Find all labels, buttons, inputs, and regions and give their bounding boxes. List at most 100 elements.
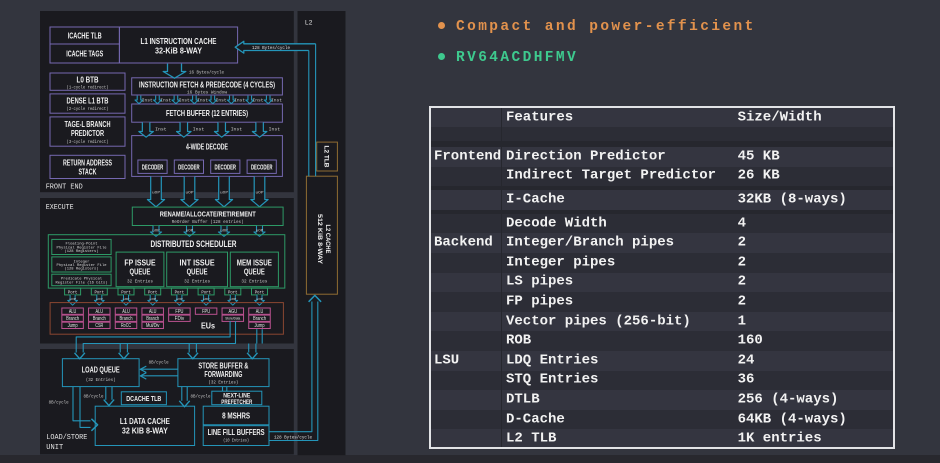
svg-text:Inst: Inst [269,127,281,133]
svg-text:uOP: uOP [203,298,210,301]
svg-text:Jump: Jump [255,323,265,329]
svg-text:QUEUE: QUEUE [130,267,151,276]
svg-text:Branch: Branch [120,316,133,322]
svg-text:uOP: uOP [229,298,236,301]
svg-text:Port: Port [201,289,211,295]
svg-text:uOP: uOP [186,192,194,196]
svg-text:DCACHE TLB: DCACHE TLB [126,394,161,403]
svg-text:Inst: Inst [231,127,243,133]
svg-text:LOAD QUEUE: LOAD QUEUE [82,365,120,374]
svg-text:ALU: ALU [96,309,104,315]
svg-text:Branch: Branch [66,316,79,322]
svg-text:32 KIB 8-WAY: 32 KIB 8-WAY [122,426,168,436]
svg-text:Inst: Inst [234,98,245,104]
svg-text:(128 Registers): (128 Registers) [65,267,99,272]
svg-text:uOP: uOP [123,298,130,301]
svg-text:8B/cycle: 8B/cycle [149,360,169,366]
svg-text:uOP: uOP [186,230,194,234]
svg-text:32 Entries: 32 Entries [184,278,210,284]
svg-text:(128 Registers): (128 Registers) [65,249,99,254]
svg-text:MEM ISSUE: MEM ISSUE [237,258,273,267]
svg-text:32 Entries: 32 Entries [241,278,267,284]
svg-text:L0 BTB: L0 BTB [77,75,99,84]
svg-text:LOAD/STORE: LOAD/STORE [46,434,87,442]
svg-text:AGU: AGU [229,309,238,315]
svg-text:ICACHE TLB: ICACHE TLB [68,32,102,41]
svg-text:uOP: uOP [256,298,263,301]
svg-text:512 KiB 8-WAY: 512 KiB 8-WAY [316,214,323,265]
svg-text:DISTRIBUTED SCHEDULER: DISTRIBUTED SCHEDULER [151,239,237,249]
svg-text:Inst: Inst [142,98,153,104]
svg-text:DENSE L1 BTB: DENSE L1 BTB [67,97,109,106]
svg-text:FETCH BUFFER (12 ENTRIES): FETCH BUFFER (12 ENTRIES) [166,108,248,118]
svg-text:uOP: uOP [152,192,160,196]
svg-text:32-KiB 8-WAY: 32-KiB 8-WAY [155,47,202,56]
svg-text:16 Bytes/cycle: 16 Bytes/cycle [189,69,224,75]
svg-text:8 MSHRS: 8 MSHRS [222,410,250,420]
svg-text:Inst: Inst [253,98,264,104]
svg-text:uOP: uOP [220,192,228,196]
svg-text:EUs: EUs [201,321,215,330]
svg-text:DECODER: DECODER [215,164,237,171]
svg-text:DECODER: DECODER [251,164,273,171]
svg-text:Inst: Inst [197,98,208,104]
svg-text:UNIT: UNIT [46,444,63,452]
svg-text:ALU: ALU [69,309,77,315]
svg-text:(2-cycle redirect): (2-cycle redirect) [67,106,109,112]
svg-text:L2: L2 [305,20,313,27]
svg-text:EXECUTE: EXECUTE [46,204,74,212]
svg-text:(32 Entries): (32 Entries) [86,377,116,383]
svg-text:uOP: uOP [256,192,264,196]
svg-text:STACK: STACK [79,167,97,176]
svg-text:8B/cycle: 8B/cycle [84,394,104,400]
svg-text:4-WIDE DECODE: 4-WIDE DECODE [186,142,228,151]
svg-text:Port: Port [175,289,185,295]
svg-text:Inst: Inst [155,127,167,133]
svg-text:FPU: FPU [202,309,210,315]
svg-text:FP ISSUE: FP ISSUE [124,258,156,267]
svg-text:L2 CACHE: L2 CACHE [324,225,331,255]
svg-text:FDiv: FDiv [175,316,185,322]
svg-text:8B/cycle: 8B/cycle [49,399,69,405]
svg-text:QUEUE: QUEUE [187,267,208,276]
svg-text:Mul/Div: Mul/Div [146,323,160,329]
svg-text:Inst: Inst [179,98,190,104]
svg-text:128 Bytes/cycle: 128 Bytes/cycle [252,45,290,51]
svg-text:16 Bytes Window: 16 Bytes Window [187,89,227,95]
svg-text:Register File (16 bits): Register File (16 bits) [56,280,108,285]
svg-text:Port: Port [68,289,78,295]
svg-text:uOP: uOP [69,298,76,301]
svg-text:(10 Entries): (10 Entries) [223,438,249,444]
svg-text:Branch: Branch [253,316,266,322]
svg-text:128 Bytes/cycle: 128 Bytes/cycle [274,435,312,441]
svg-text:(3-cycle redirect): (3-cycle redirect) [67,139,109,145]
svg-text:8B/cycle: 8B/cycle [191,394,211,400]
svg-text:L2 TLB: L2 TLB [323,146,330,168]
svg-text:uOP: uOP [256,230,264,234]
svg-text:TAGE-L BRANCH: TAGE-L BRANCH [65,120,111,129]
svg-text:ICACHE TAGS: ICACHE TAGS [66,50,103,59]
svg-text:ALU: ALU [149,309,157,315]
svg-text:Inst: Inst [160,98,171,104]
svg-text:uOP: uOP [149,298,156,301]
svg-text:ALU: ALU [256,309,264,315]
svg-text:QUEUE: QUEUE [244,267,265,276]
svg-text:L1 INSTRUCTION CACHE: L1 INSTRUCTION CACHE [141,37,217,46]
svg-text:INSTRUCTION FETCH & PREDECODE: INSTRUCTION FETCH & PREDECODE (4 CYCLES) [139,80,275,89]
svg-text:Store/Data: Store/Data [225,317,240,321]
svg-text:Branch: Branch [146,316,159,322]
svg-text:L1 DATA CACHE: L1 DATA CACHE [120,416,170,426]
svg-text:Port: Port [255,289,265,295]
svg-text:(1-cycle redirect): (1-cycle redirect) [67,85,109,91]
svg-text:Inst: Inst [271,98,282,104]
svg-text:ReOrder Buffer (128 entries): ReOrder Buffer (128 entries) [172,219,244,225]
svg-text:uOP: uOP [176,298,183,301]
svg-text:32 Entries: 32 Entries [127,278,153,284]
svg-text:(32 Entries): (32 Entries) [208,380,238,386]
svg-text:Port: Port [95,289,105,295]
svg-text:Branch: Branch [93,316,106,322]
svg-text:PREDICTOR: PREDICTOR [71,129,104,138]
svg-text:CSR: CSR [95,323,103,329]
svg-text:Port: Port [121,289,131,295]
svg-text:PREFETCHER: PREFETCHER [221,399,252,406]
